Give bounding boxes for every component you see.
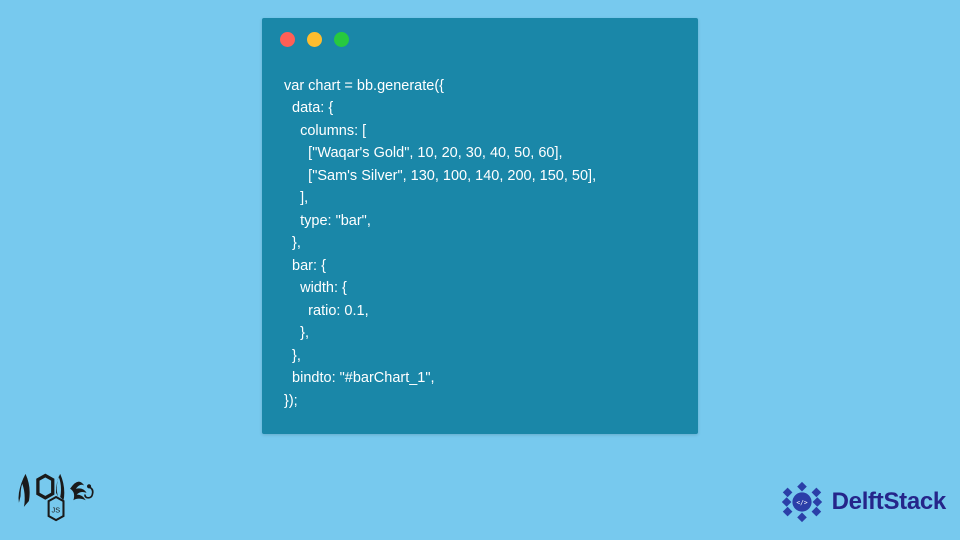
maximize-icon [334, 32, 349, 47]
delftstack-text: DelftStack [832, 488, 946, 516]
close-icon [280, 32, 295, 47]
node-logo-icon: JS [6, 464, 116, 530]
code-content: var chart = bb.generate({ data: { column… [262, 53, 698, 416]
svg-text:</>: </> [796, 499, 808, 506]
code-card: var chart = bb.generate({ data: { column… [262, 18, 698, 434]
minimize-icon [307, 32, 322, 47]
svg-text:JS: JS [52, 506, 61, 515]
window-controls [262, 18, 698, 53]
delftstack-mark-icon: </> [778, 478, 826, 526]
delftstack-logo: </> DelftStack [778, 478, 946, 526]
